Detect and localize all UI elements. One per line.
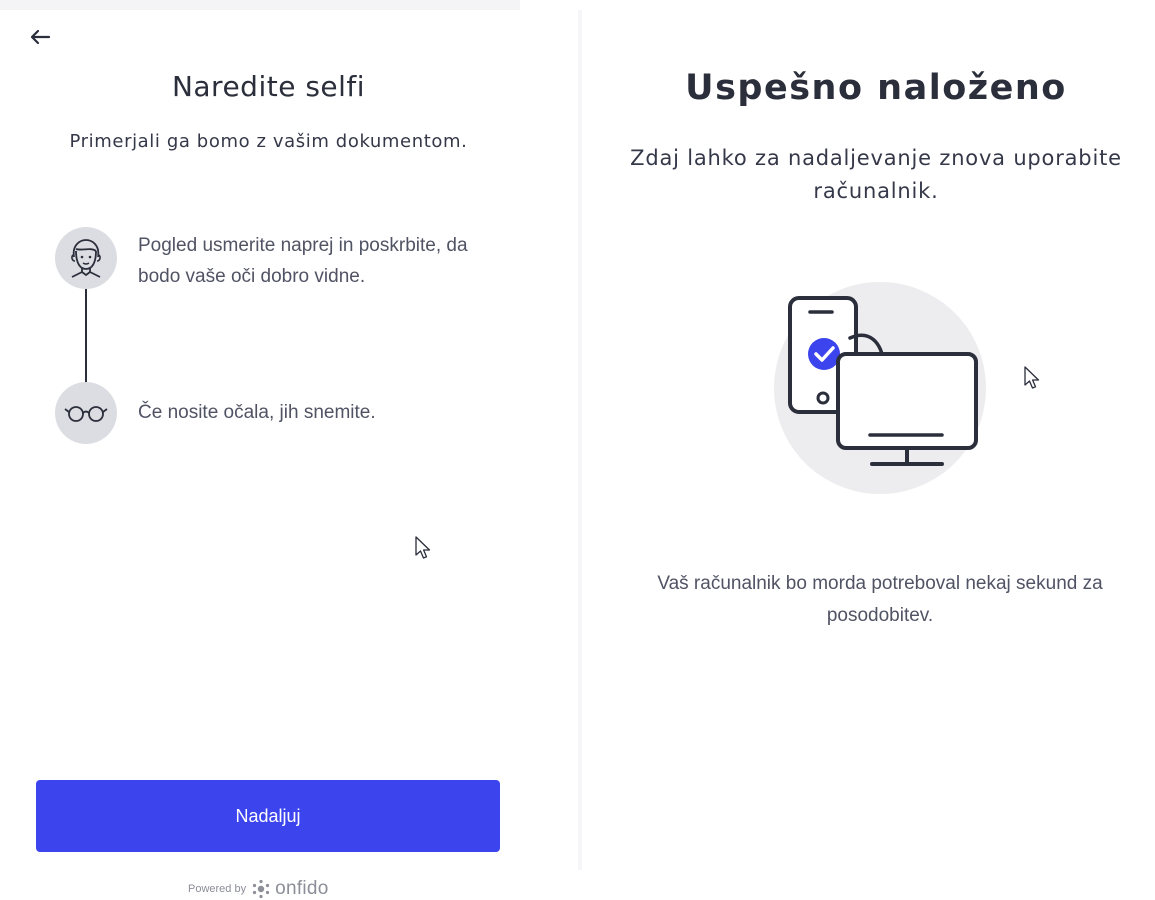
panel-divider (578, 10, 582, 870)
powered-by-label: Powered by (188, 883, 247, 895)
step-glasses-badge (55, 382, 117, 444)
mouse-cursor-icon (415, 536, 431, 559)
phone-to-computer-icon (774, 282, 986, 494)
steps-connector-line (85, 288, 87, 386)
onfido-logo-icon (252, 879, 270, 899)
success-subtitle: Zdaj lahko za nadaljevanje znova uporabi… (630, 146, 1122, 203)
step-1-text: Pogled usmerite naprej in poskrbite, da … (138, 235, 468, 287)
powered-by-footer: Powered by onfido (188, 878, 329, 900)
success-title: Uspešno naloženo (685, 68, 1067, 108)
page-subtitle: Primerjali ga bomo z vašim dokumentom. (69, 131, 468, 152)
continue-button[interactable]: Nadaljuj (36, 780, 500, 852)
top-strip (0, 0, 520, 10)
step-2-text: Če nosite očala, jih snemite. (138, 402, 376, 423)
onfido-brand: onfido (275, 878, 329, 899)
arrow-left-icon (30, 29, 51, 45)
back-button[interactable] (27, 24, 53, 50)
step-face-badge (55, 227, 117, 289)
glasses-icon (64, 406, 108, 422)
face-icon (71, 239, 101, 278)
mouse-cursor-icon (1024, 366, 1040, 389)
update-note: Vaš računalnik bo morda potreboval nekaj… (657, 573, 1103, 626)
illustration (770, 280, 990, 498)
page-title: Naredite selfi (171, 70, 366, 103)
